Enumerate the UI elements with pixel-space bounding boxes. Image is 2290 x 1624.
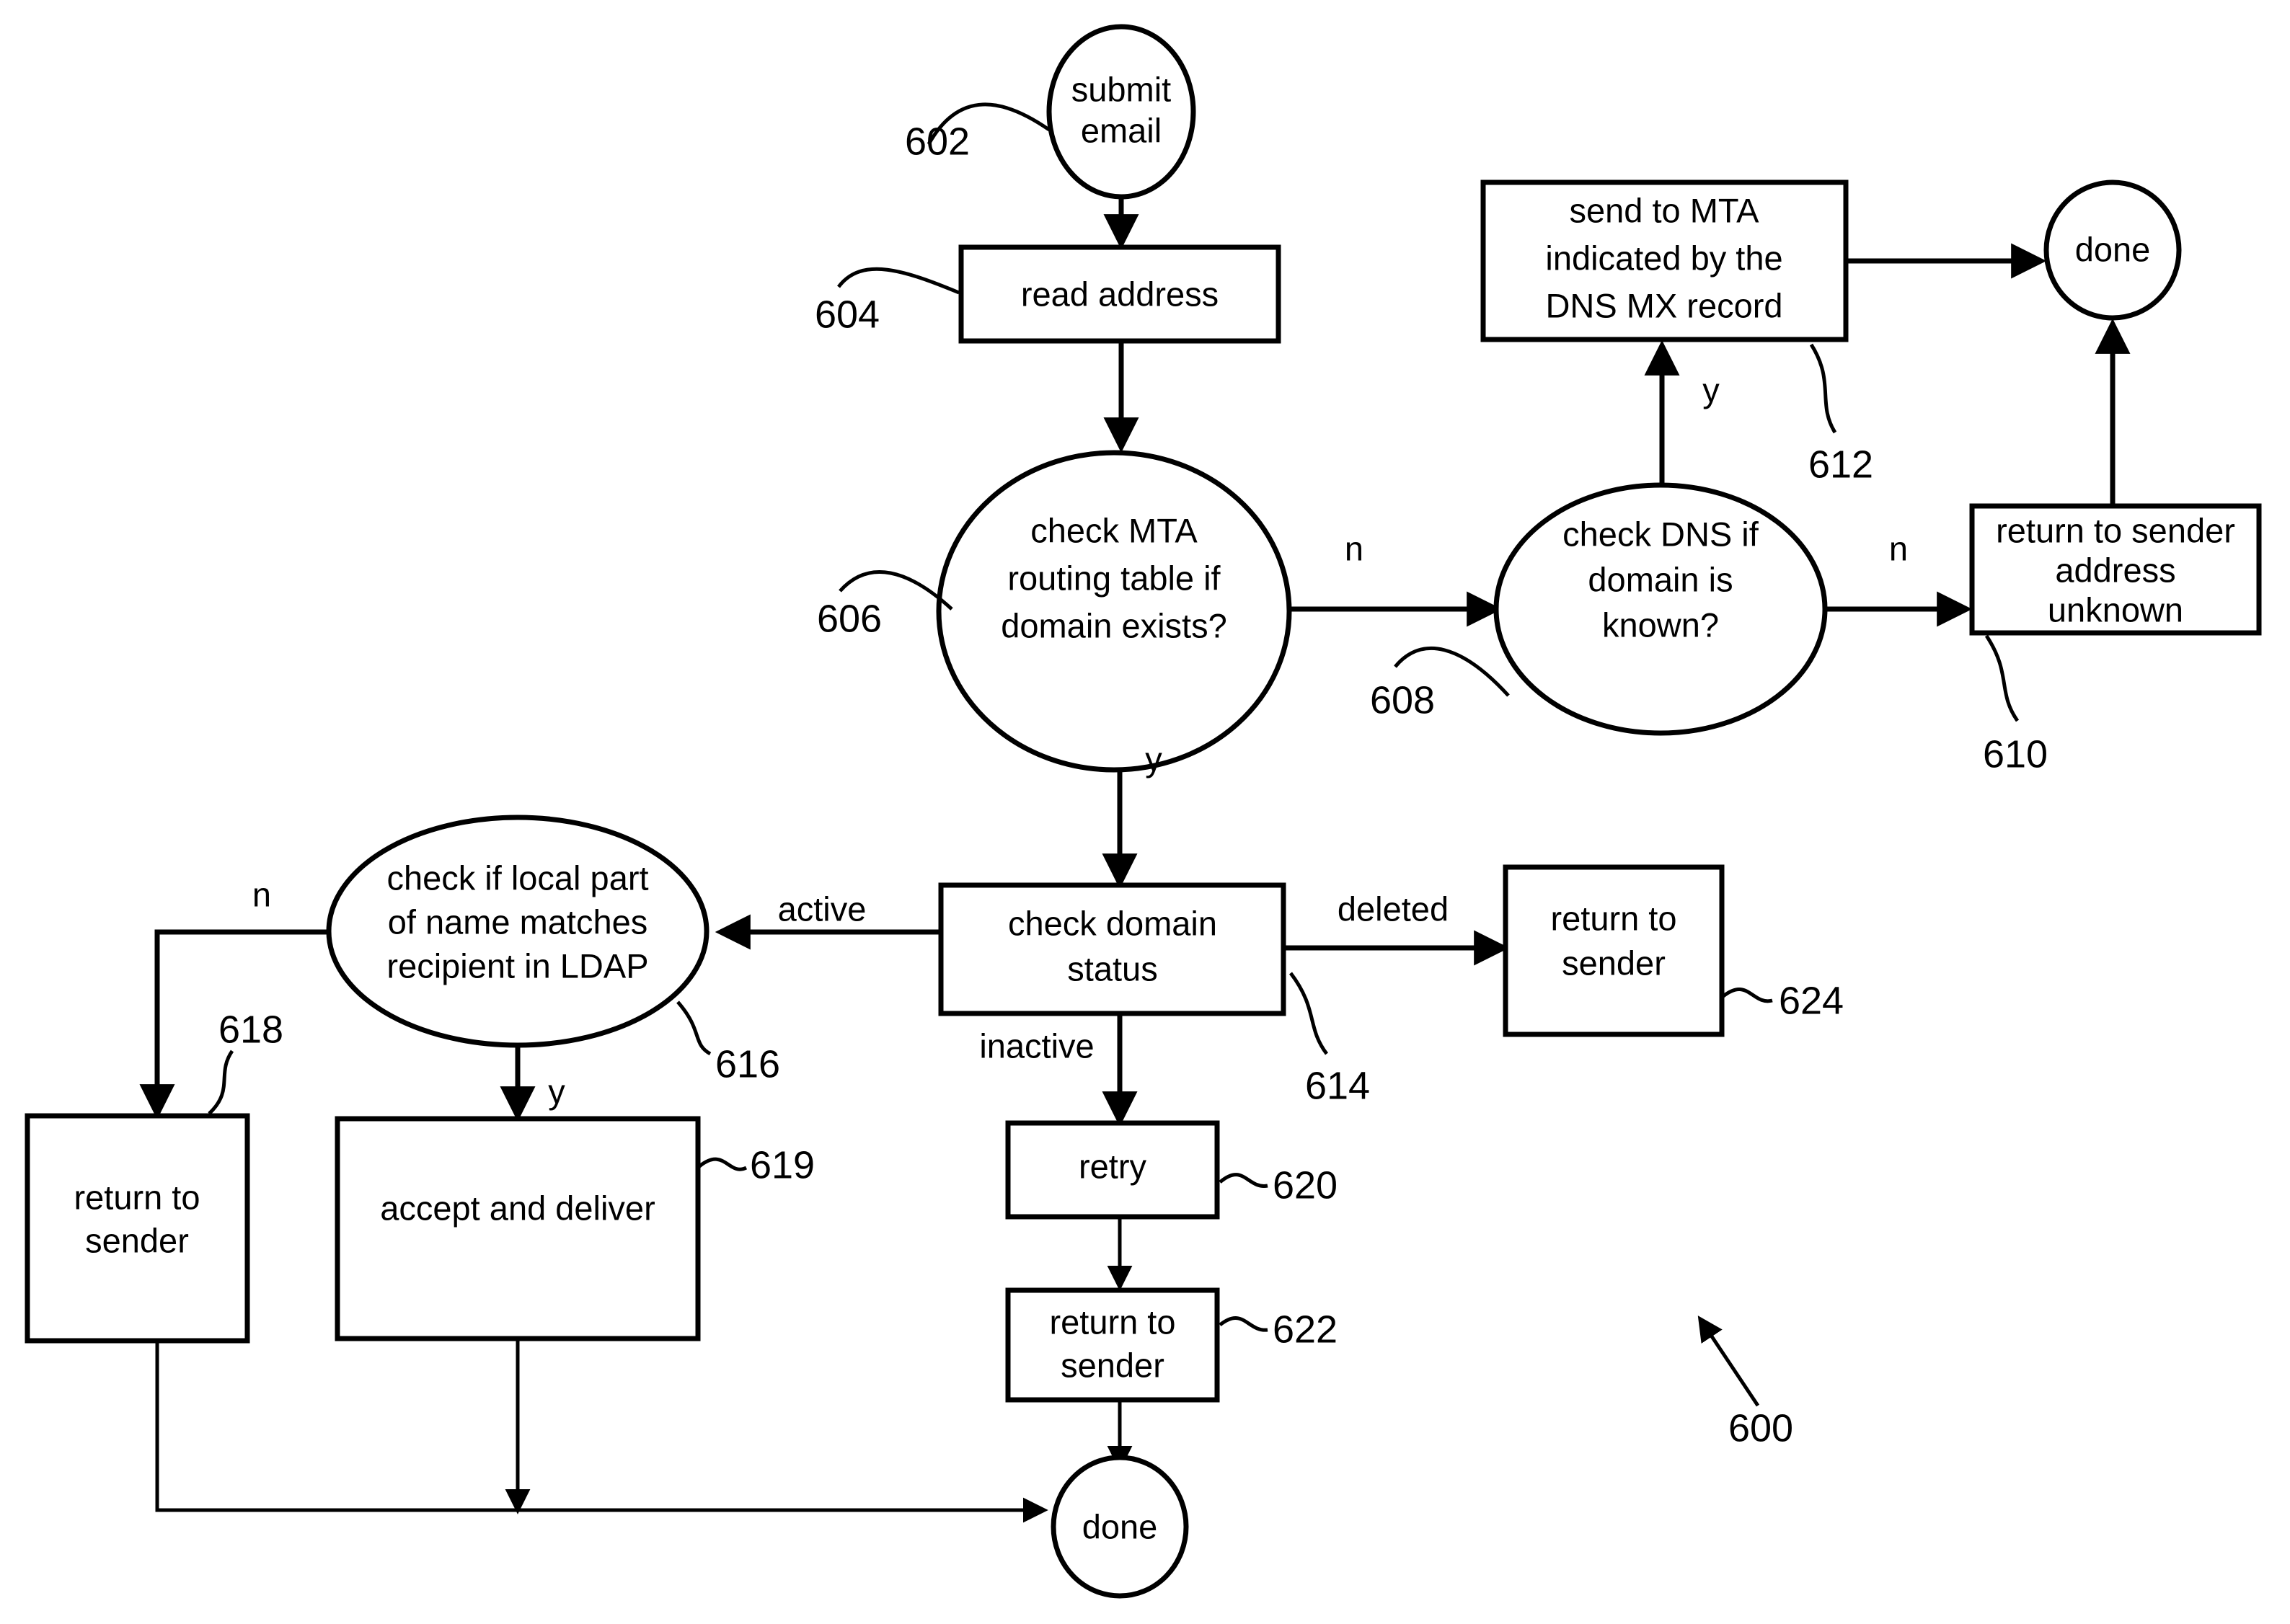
node-status-line1: check domain [1008, 904, 1217, 942]
ref-leader-612: 612 [1808, 343, 1873, 486]
node-accept-and-deliver[interactable]: accept and deliver [335, 1116, 701, 1341]
flowchart-canvas: submit email 602 read address 604 check … [0, 0, 2290, 1624]
node-rts-618[interactable]: return to sender [25, 1113, 250, 1344]
ref-leader-606: 606 [817, 570, 953, 640]
ref-leader-619: 619 [698, 1143, 815, 1186]
ref-leader-620: 620 [1219, 1163, 1338, 1207]
node-rts-unknown-line3: unknown [2048, 590, 2183, 629]
node-read-address-label: read address [1021, 275, 1219, 313]
node-read-address[interactable]: read address [958, 244, 1281, 344]
ref-label-619: 619 [750, 1143, 815, 1186]
edge-label-status-deleted: deleted [1338, 889, 1449, 928]
node-check-mta-line3: domain exists? [1001, 606, 1227, 644]
edge-label-dns-no: n [1889, 529, 1908, 567]
node-rts-unknown-line2: address [2055, 551, 2175, 589]
edge-rts618-to-done-bottom [155, 1341, 1048, 1523]
node-ldap-line3: recipient in LDAP [386, 946, 648, 985]
node-send-to-mta-mx[interactable]: send to MTA indicated by the DNS MX reco… [1480, 179, 1849, 342]
edge-label-mta-no: n [1345, 529, 1363, 567]
node-done-bottom-label: done [1082, 1507, 1158, 1545]
node-done-top-label: done [2075, 230, 2151, 268]
ref-leader-608: 608 [1370, 646, 1510, 722]
node-ldap-line2: of name matches [388, 902, 648, 941]
node-check-domain-status[interactable]: check domain status [938, 882, 1286, 1016]
node-done-top[interactable]: done [2043, 179, 2182, 321]
node-rts624-line1: return to [1550, 899, 1676, 937]
edge-label-dns-yes: y [1702, 370, 1720, 409]
edge-label-ldap-yes: y [548, 1072, 565, 1110]
node-accept-label: accept and deliver [380, 1189, 655, 1227]
figure-ref-600: 600 [1697, 1315, 1793, 1450]
ref-label-614: 614 [1305, 1064, 1370, 1107]
node-retry-label: retry [1079, 1147, 1147, 1185]
node-rts-622[interactable]: return to sender [1005, 1287, 1220, 1403]
node-rts624-line2: sender [1562, 944, 1666, 982]
node-ldap-line1: check if local part [386, 858, 648, 897]
node-rts618-line1: return to [74, 1178, 200, 1216]
node-rts622-line2: sender [1061, 1346, 1164, 1384]
ref-leader-622: 622 [1219, 1308, 1338, 1351]
ref-leader-604: 604 [815, 267, 960, 336]
ref-label-610: 610 [1983, 732, 2048, 776]
ref-leader-610: 610 [1983, 634, 2048, 776]
node-rts618-line2: sender [85, 1221, 189, 1259]
node-check-dns-line2: domain is [1588, 560, 1733, 598]
ref-label-612: 612 [1808, 443, 1873, 486]
ref-leader-624: 624 [1722, 979, 1844, 1022]
ref-leader-618: 618 [208, 1008, 283, 1115]
node-mx-line3: DNS MX record [1545, 286, 1782, 324]
node-mx-line2: indicated by the [1545, 239, 1782, 277]
node-check-dns-line3: known? [1602, 605, 1719, 644]
node-submit-email[interactable]: submit email [1046, 24, 1196, 200]
edge-label-status-inactive: inactive [979, 1026, 1094, 1065]
ref-label-600: 600 [1728, 1406, 1793, 1450]
node-check-dns[interactable]: check DNS if domain is known? [1493, 482, 1828, 736]
node-rts-address-unknown[interactable]: return to sender address unknown [1969, 503, 2262, 636]
node-check-ldap[interactable]: check if local part of name matches reci… [326, 815, 709, 1048]
ref-label-622: 622 [1273, 1308, 1338, 1351]
node-mx-line1: send to MTA [1570, 191, 1760, 229]
ref-label-606: 606 [817, 597, 882, 640]
node-check-mta-routing[interactable]: check MTA routing table if domain exists… [936, 450, 1292, 773]
ref-label-616: 616 [715, 1042, 780, 1086]
node-check-mta-line2: routing table if [1007, 559, 1221, 597]
ref-label-624: 624 [1779, 979, 1844, 1022]
node-submit-email-line2: email [1081, 111, 1162, 149]
ref-label-608: 608 [1370, 678, 1435, 722]
node-rts-unknown-line1: return to sender [1996, 511, 2235, 549]
ref-label-604: 604 [815, 293, 880, 336]
edge-label-status-active: active [778, 889, 867, 928]
flowchart-svg: submit email 602 read address 604 check … [25, 24, 2262, 1599]
ref-label-602: 602 [905, 120, 970, 163]
node-check-dns-line1: check DNS if [1562, 515, 1759, 553]
ref-leader-616: 616 [676, 1000, 780, 1086]
ref-label-620: 620 [1273, 1163, 1338, 1207]
node-submit-email-line1: submit [1071, 70, 1171, 108]
node-status-line2: status [1067, 949, 1157, 988]
edge-label-ldap-no: n [252, 875, 271, 913]
node-check-mta-line1: check MTA [1030, 511, 1198, 549]
node-rts-624[interactable]: return to sender [1503, 864, 1725, 1037]
edge-label-mta-yes: y [1145, 740, 1162, 778]
ref-label-618: 618 [218, 1008, 283, 1051]
node-retry[interactable]: retry [1005, 1120, 1220, 1220]
node-rts622-line1: return to [1049, 1303, 1175, 1341]
node-done-bottom[interactable]: done [1051, 1455, 1189, 1599]
ref-leader-614: 614 [1289, 972, 1370, 1107]
ref-leader-602: 602 [905, 102, 1051, 163]
